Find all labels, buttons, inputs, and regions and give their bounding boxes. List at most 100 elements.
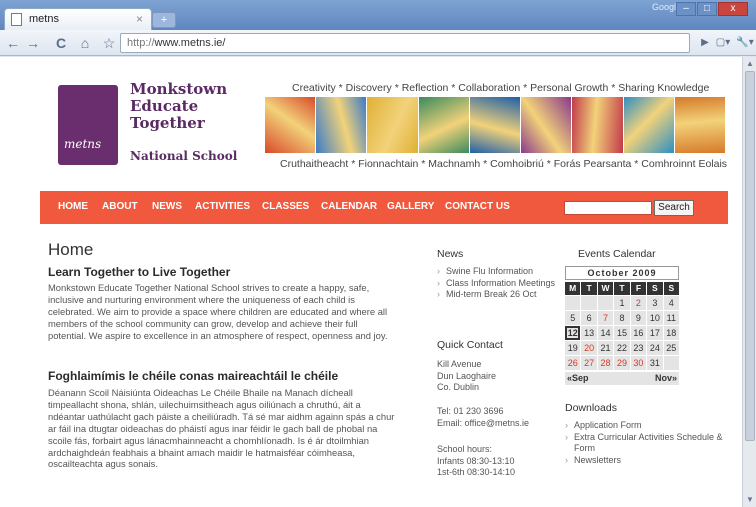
news-item[interactable]: Mid-term Break 26 Oct <box>437 289 557 301</box>
calendar-day[interactable]: 30 <box>630 356 647 370</box>
calendar-day[interactable]: 20 <box>581 341 597 355</box>
calendar-day: 13 <box>581 326 597 340</box>
tab-close-icon[interactable]: × <box>136 12 143 26</box>
artwork-tile <box>521 97 572 153</box>
nav-about[interactable]: ABOUT <box>102 201 138 212</box>
calendar-day: 21 <box>597 341 614 355</box>
nav-gallery[interactable]: GALLERY <box>387 201 434 212</box>
intro-english: Monkstown Educate Together National Scho… <box>48 282 388 341</box>
url-scheme: http:// <box>127 37 155 49</box>
calendar-day: 17 <box>647 326 663 340</box>
calendar-day: 18 <box>663 326 679 340</box>
artwork-tile <box>316 97 367 153</box>
calendar-day: 24 <box>647 341 663 355</box>
logo-line3: Together <box>130 114 205 132</box>
logo-initials: metns <box>64 137 102 151</box>
maximize-button[interactable]: □ <box>697 2 717 16</box>
hours-label: School hours: <box>437 444 493 454</box>
phone-text: Tel: 01 230 3696 <box>437 406 504 416</box>
intro-irish: Déanann Scoil Náisiúnta Oideachas Le Ché… <box>48 387 395 470</box>
main-nav: HOME ABOUT NEWS ACTIVITIES CLASSES CALEN… <box>40 191 728 224</box>
search-button[interactable]: Search <box>654 200 694 216</box>
calendar-month: October 2009 <box>565 266 679 280</box>
calendar-day[interactable]: 2 <box>630 296 647 310</box>
tools-menu-icon[interactable]: 🔧▾ <box>734 34 756 52</box>
logo-line2: Educate <box>130 97 199 115</box>
scroll-down-icon[interactable]: ▼ <box>745 495 755 505</box>
calendar-day[interactable]: 27 <box>581 356 597 370</box>
browser-tab[interactable]: metns × <box>4 8 152 30</box>
calendar-day[interactable]: 29 <box>614 356 630 370</box>
calendar-empty-cell <box>581 296 597 310</box>
artwork-tile <box>367 97 418 153</box>
calendar-day: 10 <box>647 311 663 325</box>
calendar-next-link[interactable]: Nov» <box>655 372 677 385</box>
nav-news[interactable]: NEWS <box>152 201 182 212</box>
reload-icon[interactable]: C <box>52 34 70 52</box>
calendar-day: 5 <box>565 311 581 325</box>
calendar-weekday: W <box>597 282 614 295</box>
new-tab-button[interactable]: + <box>152 12 176 28</box>
scroll-up-icon[interactable]: ▲ <box>745 59 755 69</box>
search-input[interactable] <box>564 201 652 215</box>
tab-title: metns <box>29 13 59 25</box>
scroll-thumb[interactable] <box>745 71 755 441</box>
forward-icon[interactable]: → <box>24 34 42 52</box>
url-host: www.metns.ie/ <box>154 37 226 49</box>
contact-address: Kill Avenue Dun Laoghaire Co. Dublin <box>437 359 496 394</box>
nav-classes[interactable]: CLASSES <box>262 201 309 212</box>
calendar-day: 25 <box>663 341 679 355</box>
nav-home[interactable]: HOME <box>58 201 88 212</box>
events-calendar: October 2009 M T W T F S S 1 2 3 4 5 6 7 8 9 10 11 12 13 14 1… <box>565 266 679 385</box>
download-item[interactable]: Newsletters <box>565 455 725 467</box>
calendar-empty-cell <box>597 296 614 310</box>
calendar-day: 16 <box>630 326 647 340</box>
logo-figures-icon: metns <box>58 85 118 165</box>
nav-calendar[interactable]: CALENDAR <box>321 201 377 212</box>
nav-activities[interactable]: ACTIVITIES <box>195 201 250 212</box>
calendar-day: 3 <box>647 296 663 310</box>
news-item[interactable]: Swine Flu Information <box>437 266 557 278</box>
calendar-day: 11 <box>663 311 679 325</box>
tagline-irish: Cruthaitheacht * Fionnachtain * Machnamh… <box>280 158 728 170</box>
vertical-scrollbar[interactable]: ▲ ▼ <box>742 57 756 507</box>
tagline-english: Creativity * Discovery * Reflection * Co… <box>292 82 710 94</box>
contact-title: Quick Contact <box>437 339 503 351</box>
calendar-day[interactable]: 28 <box>597 356 614 370</box>
artwork-tile <box>674 97 725 153</box>
artwork-banner <box>265 97 725 153</box>
contact-phone-email: Tel: 01 230 3696 Email: office@metns.ie <box>437 406 529 429</box>
page-icon <box>11 13 22 26</box>
home-icon[interactable]: ⌂ <box>76 34 94 52</box>
calendar-weekday: T <box>581 282 597 295</box>
page-viewport: metns Monkstown Educate Together Nationa… <box>0 57 742 507</box>
browser-titlebar: metns × + Google – □ x <box>0 0 756 30</box>
email-text: Email: office@metns.ie <box>437 417 530 428</box>
minimize-button[interactable]: – <box>676 2 696 16</box>
download-item[interactable]: Application Form <box>565 420 725 432</box>
address-bar[interactable]: http://www.metns.ie/ <box>120 33 690 53</box>
school-logo[interactable]: metns Monkstown Educate Together Nationa… <box>52 77 248 173</box>
news-item[interactable]: Class Information Meetings <box>437 278 557 290</box>
calendar-prev-link[interactable]: «Sep <box>567 372 589 385</box>
artwork-tile <box>265 97 316 153</box>
news-list: Swine Flu Information Class Information … <box>437 266 557 301</box>
calendar-day: 31 <box>647 356 663 370</box>
hours-seniors: 1st-6th 08:30-14:10 <box>437 467 516 477</box>
page-menu-icon[interactable]: ▢▾ <box>712 34 734 52</box>
calendar-day[interactable]: 7 <box>597 311 614 325</box>
calendar-day: 8 <box>614 311 630 325</box>
back-icon[interactable]: ← <box>4 34 22 52</box>
close-button[interactable]: x <box>718 2 748 16</box>
star-icon[interactable]: ☆ <box>100 34 118 52</box>
download-item[interactable]: Extra Curricular Activities Schedule & F… <box>565 432 725 455</box>
calendar-footer: «Sep Nov» <box>565 372 679 385</box>
calendar-day[interactable]: 26 <box>565 356 581 370</box>
calendar-day: 6 <box>581 311 597 325</box>
school-hours: School hours: Infants 08:30-13:10 1st-6t… <box>437 444 515 479</box>
calendar-day: 14 <box>597 326 614 340</box>
nav-contact-us[interactable]: CONTACT US <box>445 201 510 212</box>
calendar-weekday: T <box>614 282 630 295</box>
calendar-day: 15 <box>614 326 630 340</box>
address-line: Co. Dublin <box>437 382 480 392</box>
